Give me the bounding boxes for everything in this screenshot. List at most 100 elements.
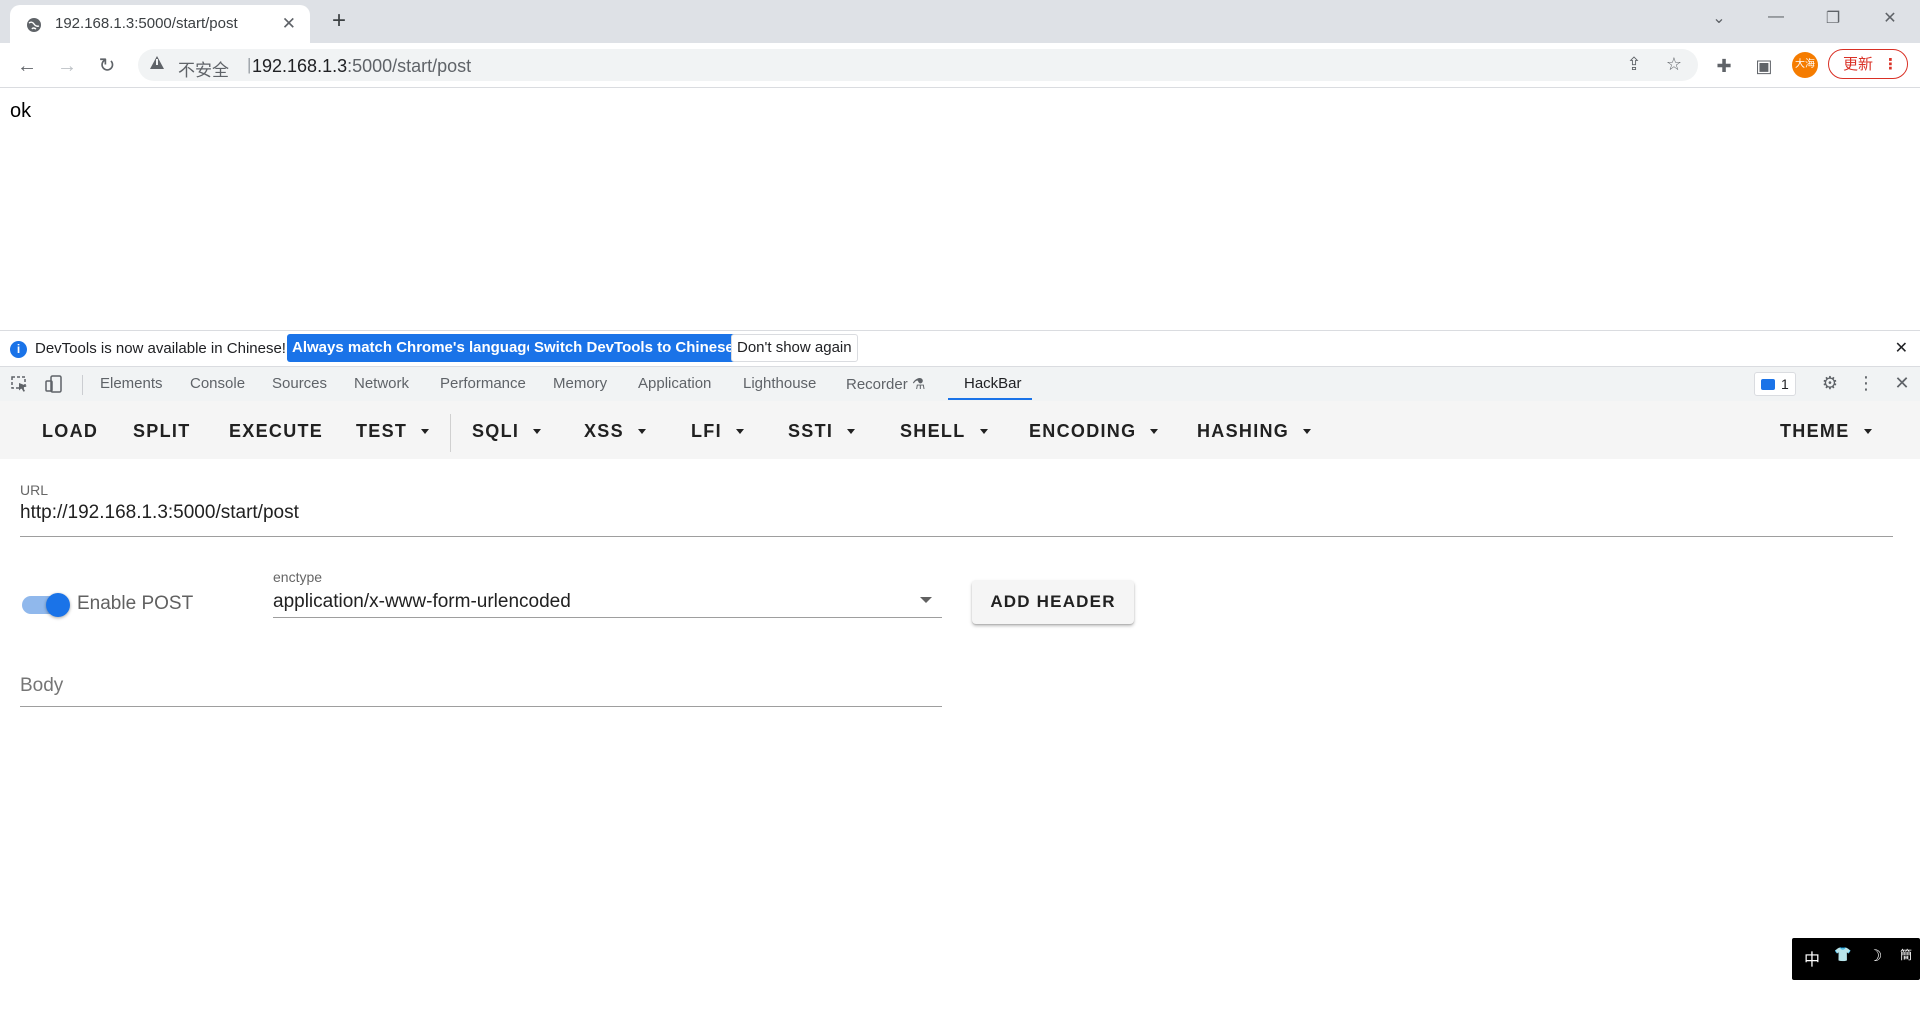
enable-post-toggle-thumb[interactable] [46, 593, 70, 617]
caret-down-icon [735, 429, 744, 434]
hashing-menu-button[interactable]: HASHING [1197, 421, 1312, 442]
minimize-icon[interactable]: — [1762, 8, 1790, 26]
lfi-label: LFI [691, 421, 722, 441]
settings-gear-icon[interactable]: ⚙ [1819, 373, 1841, 394]
new-tab-button[interactable]: + [326, 8, 352, 34]
browser-tab[interactable]: 192.168.1.3:5000/start/post ✕ [10, 5, 310, 43]
caret-down-icon [421, 429, 430, 434]
device-toolbar-icon[interactable] [44, 375, 64, 393]
always-match-language-button[interactable]: Always match Chrome's language [287, 334, 540, 362]
window-close-icon[interactable]: ✕ [1876, 8, 1904, 28]
caret-down-icon [637, 429, 646, 434]
profile-avatar[interactable]: 大海 [1792, 52, 1818, 78]
issues-icon [1761, 379, 1775, 390]
theme-menu-button[interactable]: THEME [1780, 421, 1872, 442]
url-input-underline [20, 536, 1893, 537]
ime-traditional-toggle[interactable]: 簡 [1900, 946, 1912, 963]
ssti-menu-button[interactable]: SSTI [788, 421, 856, 442]
share-icon[interactable]: ⇪ [1622, 54, 1646, 75]
security-separator: | [247, 55, 252, 74]
infobar-message: DevTools is now available in Chinese! [35, 340, 286, 357]
ssti-label: SSTI [788, 421, 834, 441]
xss-menu-button[interactable]: XSS [584, 421, 646, 442]
enctype-select[interactable]: application/x-www-form-urlencoded [273, 591, 571, 613]
shell-label: SHELL [900, 421, 966, 441]
body-input[interactable]: Body [20, 675, 63, 697]
url-text[interactable]: 192.168.1.3:5000/start/post [252, 56, 471, 77]
dropdown-arrow-icon[interactable] [920, 597, 932, 603]
browser-toolbar: ← → ↻ 不安全 | 192.168.1.3:5000/start/post … [0, 43, 1920, 88]
shell-menu-button[interactable]: SHELL [900, 421, 988, 442]
enable-post-label: Enable POST [77, 593, 194, 614]
tab-network[interactable]: Network [354, 375, 409, 392]
test-label: TEST [356, 421, 408, 441]
caret-down-icon [847, 429, 856, 434]
sqli-menu-button[interactable]: SQLI [472, 421, 542, 442]
tab-sources[interactable]: Sources [272, 375, 327, 392]
issues-counter[interactable]: 1 [1754, 372, 1796, 396]
execute-button[interactable]: EXECUTE [229, 421, 323, 442]
active-tab-indicator [948, 398, 1032, 400]
url-host: 192.168.1.3 [252, 56, 348, 76]
side-panel-icon[interactable]: ▣ [1752, 56, 1776, 77]
theme-label: THEME [1780, 421, 1850, 441]
load-button[interactable]: LOAD [42, 421, 98, 442]
caret-down-icon [1150, 429, 1159, 434]
hashing-label: HASHING [1197, 421, 1290, 441]
caret-down-icon [1303, 429, 1312, 434]
tab-application[interactable]: Application [638, 375, 711, 392]
info-icon: i [10, 341, 27, 358]
back-icon[interactable]: ← [14, 53, 40, 79]
security-label[interactable]: 不安全 [178, 56, 229, 81]
inspect-element-icon[interactable] [10, 375, 30, 393]
dont-show-again-button[interactable]: Don't show again [731, 334, 858, 362]
extensions-puzzle-icon[interactable]: ✚ [1712, 56, 1736, 77]
enctype-underline [273, 617, 942, 618]
devtools-close-icon[interactable]: ✕ [1891, 373, 1913, 394]
test-menu-button[interactable]: TEST [356, 421, 430, 442]
encoding-label: ENCODING [1029, 421, 1137, 441]
ime-language-toggle[interactable]: 中 [1804, 946, 1820, 970]
caret-down-icon [1863, 429, 1872, 434]
address-bar[interactable]: 不安全 | 192.168.1.3:5000/start/post ⇪ ☆ [138, 49, 1698, 81]
enctype-label: enctype [273, 569, 323, 585]
reload-icon[interactable]: ↻ [94, 53, 120, 79]
restore-icon[interactable]: ❐ [1819, 8, 1847, 28]
tab-search-icon[interactable]: ⌄ [1705, 8, 1733, 28]
update-label: 更新 [1843, 56, 1874, 73]
split-button[interactable]: SPLIT [133, 421, 191, 442]
hackbar-toolbar: LOAD SPLIT EXECUTE TEST SQLI XSS LFI SST… [0, 401, 1920, 459]
ime-moon-icon[interactable]: ☽ [1868, 946, 1882, 966]
update-button[interactable]: 更新 ⋮ [1828, 49, 1908, 79]
url-field-label: URL [20, 482, 49, 498]
tab-title: 192.168.1.3:5000/start/post [55, 15, 238, 32]
body-input-underline [20, 706, 942, 707]
devtools-tab-bar: Elements Console Sources Network Perform… [0, 366, 1920, 402]
ime-toolbar[interactable]: 中 👕 ☽ 簡 [1792, 938, 1920, 980]
lfi-menu-button[interactable]: LFI [691, 421, 744, 442]
devtools-more-icon[interactable]: ⋮ [1855, 373, 1877, 394]
page-response-text: ok [10, 100, 32, 122]
url-input[interactable]: http://192.168.1.3:5000/start/post [20, 502, 299, 524]
add-header-button[interactable]: ADD HEADER [972, 580, 1134, 624]
tab-recorder[interactable]: Recorder ⚗ [846, 375, 925, 393]
switch-to-chinese-button[interactable]: Switch DevTools to Chinese [529, 334, 739, 362]
bookmark-star-icon[interactable]: ☆ [1662, 54, 1686, 75]
forward-icon[interactable]: → [54, 53, 80, 79]
infobar-close-icon[interactable]: ✕ [1895, 338, 1908, 358]
chrome-menu-icon[interactable]: ⋮ [1883, 50, 1898, 80]
tab-lighthouse[interactable]: Lighthouse [743, 375, 816, 392]
tab-close-icon[interactable]: ✕ [282, 14, 296, 34]
tab-elements[interactable]: Elements [100, 375, 163, 392]
tab-console[interactable]: Console [190, 375, 245, 392]
url-path: :5000/start/post [347, 56, 472, 76]
tab-strip: 192.168.1.3:5000/start/post ✕ + ⌄ — ❐ ✕ [0, 0, 1920, 43]
caret-down-icon [979, 429, 988, 434]
tab-memory[interactable]: Memory [553, 375, 607, 392]
tab-hackbar[interactable]: HackBar [964, 375, 1022, 392]
encoding-menu-button[interactable]: ENCODING [1029, 421, 1159, 442]
tab-performance[interactable]: Performance [440, 375, 526, 392]
caret-down-icon [533, 429, 542, 434]
ime-skin-icon[interactable]: 👕 [1834, 946, 1851, 963]
devtools-language-infobar: i DevTools is now available in Chinese! … [0, 330, 1920, 366]
